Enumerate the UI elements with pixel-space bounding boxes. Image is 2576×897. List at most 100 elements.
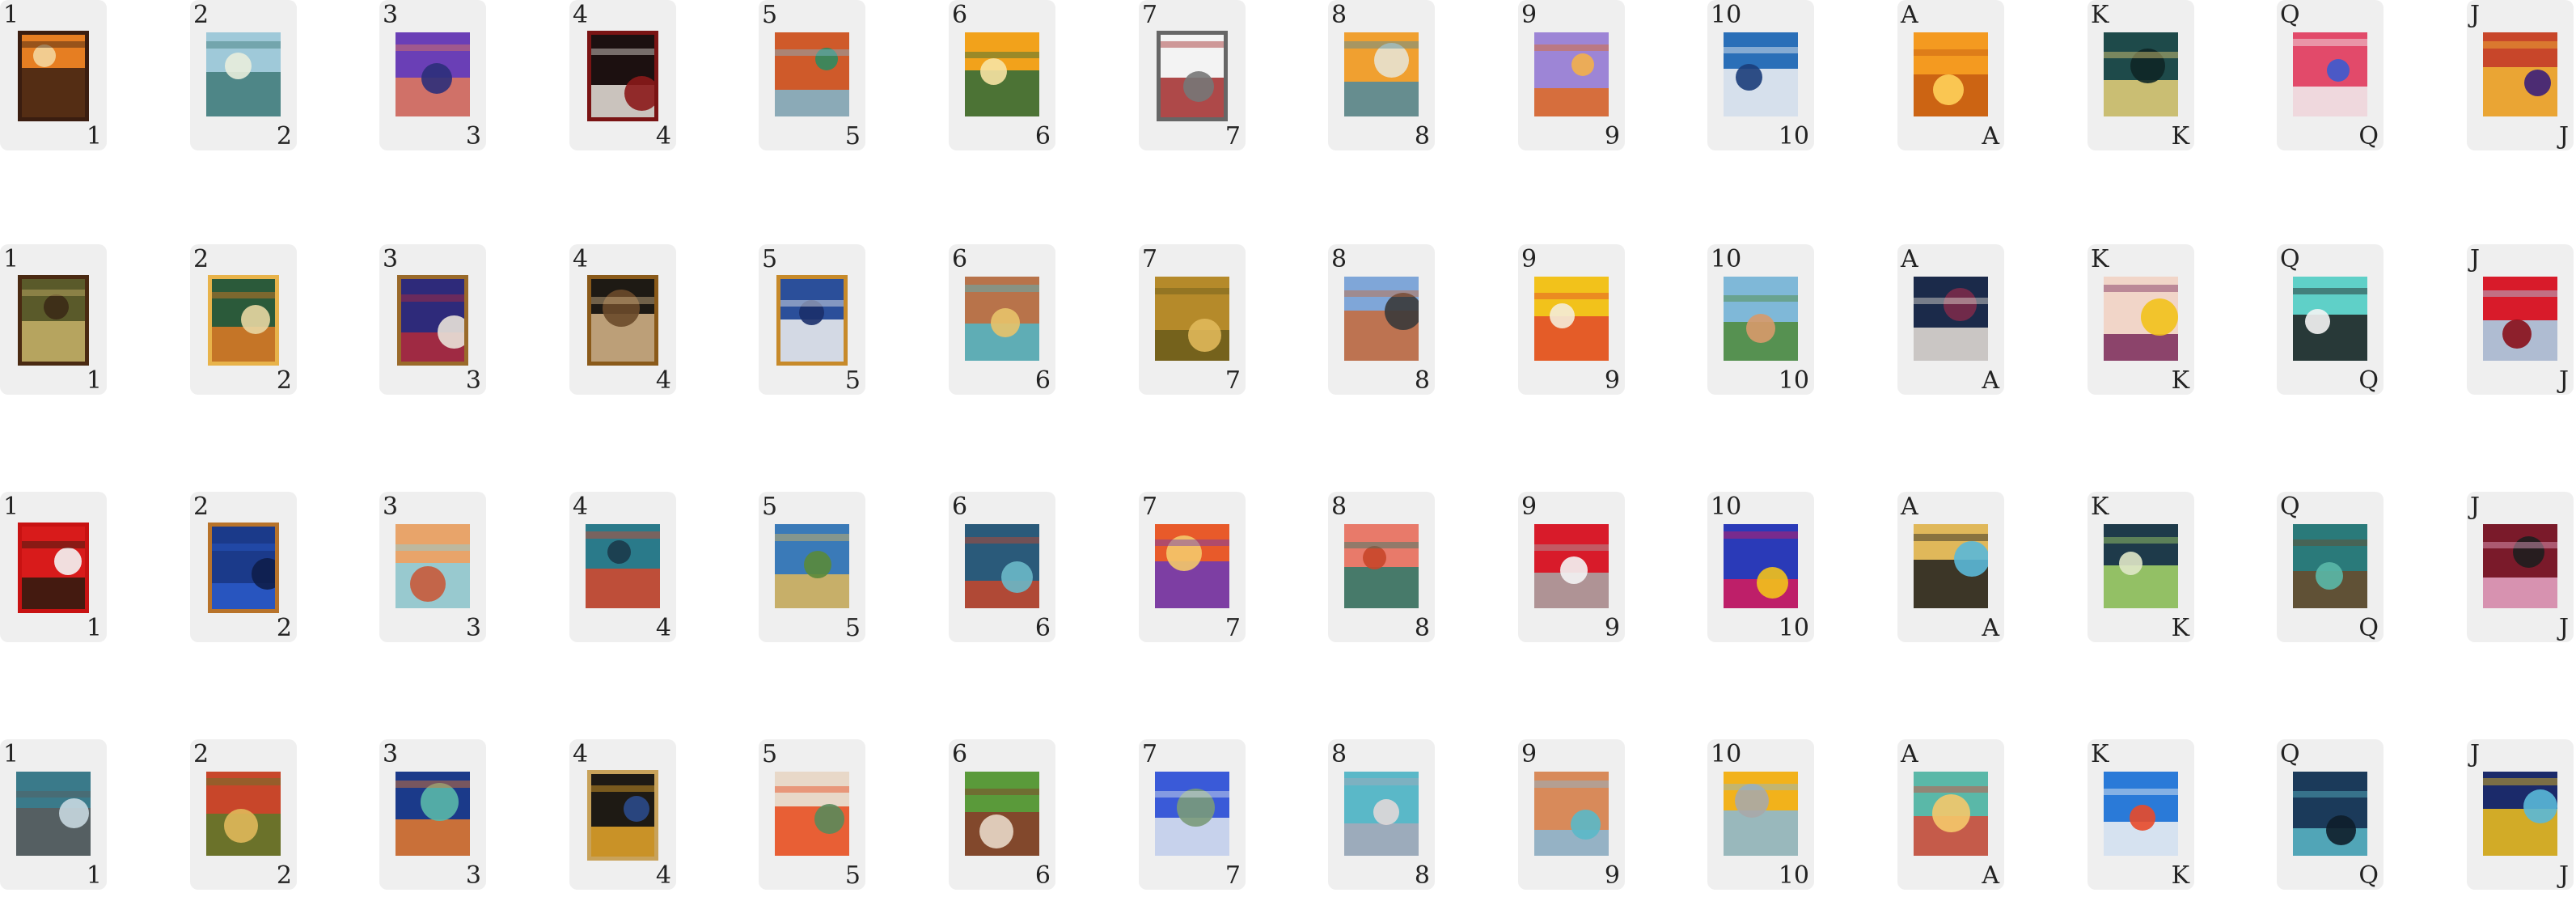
playing-card[interactable]: QQ [2277, 492, 2384, 642]
playing-card[interactable]: 44 [569, 492, 676, 642]
pink-towers-art [1344, 524, 1419, 608]
playing-card[interactable]: 11 [0, 244, 107, 395]
art-shape [1571, 53, 1594, 76]
playing-card[interactable]: JJ [2467, 492, 2574, 642]
astronaut-wave-art [1724, 32, 1798, 116]
playing-card[interactable]: 66 [949, 739, 1055, 890]
playing-card[interactable]: 99 [1518, 739, 1625, 890]
art-stripe [2293, 539, 2367, 547]
card-rank-top: 6 [952, 493, 968, 521]
art-band [775, 574, 849, 608]
card-rank-bottom: 8 [1414, 366, 1430, 395]
art-band [1344, 823, 1419, 856]
playing-card[interactable]: 77 [1139, 0, 1246, 150]
playing-card[interactable]: JJ [2467, 244, 2574, 395]
art-band [775, 89, 849, 116]
playing-card[interactable]: 10 10 [1707, 0, 1814, 150]
playing-card[interactable]: 88 [1328, 244, 1435, 395]
playing-card[interactable]: KK [2087, 492, 2194, 642]
playing-card[interactable]: 66 [949, 244, 1055, 395]
octopus-art [586, 524, 660, 608]
card-rank-bottom: A [1982, 861, 1999, 890]
card-rank-bottom: A [1982, 614, 1999, 642]
playing-card[interactable]: 66 [949, 492, 1055, 642]
art-band [1534, 87, 1609, 116]
art-band [206, 71, 281, 116]
playing-card[interactable]: 44 [569, 739, 676, 890]
card-rank-top: A [1901, 740, 1918, 768]
art-stripe [591, 785, 654, 793]
art-stripe [775, 49, 849, 57]
playing-card[interactable]: 99 [1518, 0, 1625, 150]
playing-card[interactable]: 88 [1328, 739, 1435, 890]
playing-card[interactable]: 55 [759, 244, 865, 395]
playing-card[interactable]: 44 [569, 0, 676, 150]
card-rank-top: 1 [3, 1, 19, 29]
playing-card[interactable]: AA [1897, 739, 2004, 890]
playing-card[interactable]: 99 [1518, 492, 1625, 642]
playing-card[interactable]: 55 [759, 492, 865, 642]
card-rank-top: 5 [762, 493, 778, 521]
playing-card[interactable]: KK [2087, 244, 2194, 395]
card-rank-bottom: Q [2358, 861, 2379, 890]
playing-card[interactable]: QQ [2277, 244, 2384, 395]
playing-card[interactable]: 88 [1328, 492, 1435, 642]
playing-card[interactable]: 66 [949, 0, 1055, 150]
playing-card[interactable]: 33 [379, 492, 486, 642]
card-rank-top: 10 [1711, 245, 1742, 273]
playing-card[interactable]: 88 [1328, 0, 1435, 150]
playing-card[interactable]: 11 [0, 492, 107, 642]
green-bird-art [208, 275, 279, 366]
playing-card[interactable]: 99 [1518, 244, 1625, 395]
playing-card[interactable]: AA [1897, 244, 2004, 395]
playing-card[interactable]: 77 [1139, 492, 1246, 642]
art-band [2293, 314, 2367, 361]
playing-card[interactable]: JJ [2467, 0, 2574, 150]
playing-card[interactable]: 22 [190, 739, 297, 890]
whale-sunflowers-art [1724, 772, 1798, 856]
waterfall-poster-art [965, 32, 1039, 116]
card-rank-top: 3 [383, 740, 399, 768]
playing-card[interactable]: 10 10 [1707, 739, 1814, 890]
art-shape [54, 548, 82, 575]
card-rank-bottom: 5 [844, 366, 861, 395]
card-rank-top: 1 [3, 493, 19, 521]
playing-card[interactable]: 33 [379, 0, 486, 150]
playing-card[interactable]: QQ [2277, 0, 2384, 150]
playing-card[interactable]: AA [1897, 0, 2004, 150]
art-shape [1571, 810, 1601, 840]
playing-card[interactable]: 77 [1139, 739, 1246, 890]
card-rank-top: K [2091, 493, 2109, 521]
playing-card[interactable]: 22 [190, 0, 297, 150]
teal-birds-art [1344, 772, 1419, 856]
playing-card[interactable]: 33 [379, 739, 486, 890]
card-rank-top: J [2470, 245, 2481, 273]
playing-card[interactable]: 11 [0, 739, 107, 890]
card-rank-bottom: K [2171, 122, 2189, 150]
playing-card[interactable]: QQ [2277, 739, 2384, 890]
playing-card[interactable]: AA [1897, 492, 2004, 642]
canyon-cliffs-art [1344, 32, 1419, 116]
card-rank-top: 10 [1711, 493, 1742, 521]
art-stripe [775, 785, 849, 793]
playing-card[interactable]: 10 10 [1707, 492, 1814, 642]
playing-card[interactable]: 22 [190, 244, 297, 395]
art-stripe [1344, 290, 1419, 297]
card-rank-top: A [1901, 493, 1918, 521]
playing-card[interactable]: KK [2087, 0, 2194, 150]
playing-card[interactable]: 33 [379, 244, 486, 395]
art-stripe [1534, 781, 1609, 788]
fish-sunset-art [1155, 524, 1229, 608]
ruffled-collar-portrait-art [587, 31, 658, 121]
playing-card[interactable]: 55 [759, 739, 865, 890]
playing-card[interactable]: 10 10 [1707, 244, 1814, 395]
playing-card[interactable]: JJ [2467, 739, 2574, 890]
card-rank-top: 9 [1521, 493, 1538, 521]
playing-card[interactable]: 11 [0, 0, 107, 150]
playing-card[interactable]: 44 [569, 244, 676, 395]
art-shape [607, 540, 631, 564]
playing-card[interactable]: 22 [190, 492, 297, 642]
playing-card[interactable]: 55 [759, 0, 865, 150]
playing-card[interactable]: KK [2087, 739, 2194, 890]
playing-card[interactable]: 77 [1139, 244, 1246, 395]
